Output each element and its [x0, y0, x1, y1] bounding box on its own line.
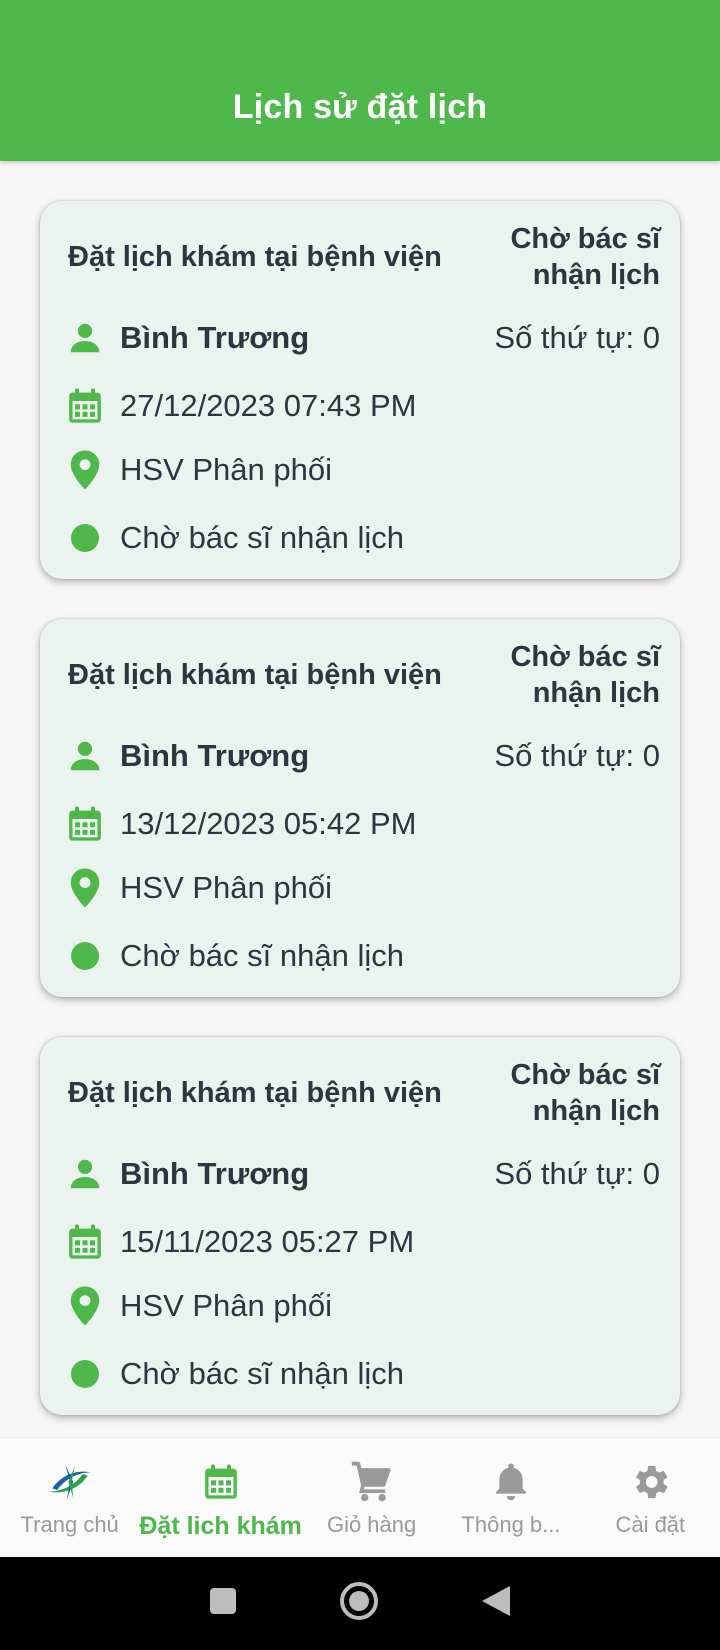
location-pin-icon [64, 867, 106, 909]
appointment-state: Chờ bác sĩ nhận lịch [120, 1356, 404, 1391]
place-row: HSV Phân phối [64, 1285, 660, 1327]
card-title: Đặt lịch khám tại bệnh viện [68, 241, 442, 273]
card-title: Đặt lịch khám tại bệnh viện [68, 1077, 442, 1109]
appointment-place: HSV Phân phối [120, 452, 332, 487]
patient-name: Bình Trương [120, 738, 310, 773]
appointment-datetime: 15/11/2023 05:27 PM [120, 1224, 415, 1259]
state-row: Chờ bác sĩ nhận lịch [64, 517, 660, 559]
system-navigation-bar [0, 1557, 720, 1650]
home-button[interactable] [338, 1580, 380, 1627]
state-row: Chờ bác sĩ nhận lịch [64, 935, 660, 977]
nav-item-booking[interactable]: Đặt lich khám [139, 1438, 302, 1557]
date-row: 15/11/2023 05:27 PM [64, 1221, 660, 1263]
bottom-navigation: Trang chủ Đặt lich khám Giỏ hàng Thông b… [0, 1437, 720, 1557]
appointment-datetime: 27/12/2023 07:43 PM [120, 388, 417, 423]
place-row: HSV Phân phối [64, 867, 660, 909]
cart-icon [348, 1458, 396, 1506]
nav-label: Giỏ hàng [326, 1512, 417, 1537]
queue-number: Số thứ tự: 0 [494, 1156, 660, 1191]
appointment-list[interactable]: Đặt lịch khám tại bệnh viện Chờ bác sĩ n… [0, 161, 720, 1437]
location-pin-icon [64, 449, 106, 491]
status-dot-icon [64, 517, 106, 559]
status-badge: Chờ bác sĩ nhận lịch [510, 641, 660, 709]
calendar-icon [197, 1458, 245, 1506]
state-row: Chờ bác sĩ nhận lịch [64, 1353, 660, 1395]
appointment-place: HSV Phân phối [120, 870, 332, 905]
status-badge: Chờ bác sĩ nhận lịch [510, 223, 660, 291]
patient-row: Bình Trương Số thứ tự: 0 [64, 317, 660, 359]
appointment-state: Chờ bác sĩ nhận lịch [120, 520, 404, 555]
page-title: Lịch sử đặt lịch [232, 88, 488, 126]
patient-name: Bình Trương [120, 1156, 310, 1191]
date-row: 13/12/2023 05:42 PM [64, 803, 660, 845]
place-row: HSV Phân phối [64, 449, 660, 491]
appointment-datetime: 13/12/2023 05:42 PM [120, 806, 417, 841]
appointment-card[interactable]: Đặt lịch khám tại bệnh viện Chờ bác sĩ n… [40, 619, 680, 997]
appointment-place: HSV Phân phối [120, 1288, 332, 1323]
patient-name: Bình Trương [120, 320, 310, 355]
calendar-icon [64, 1221, 106, 1263]
date-row: 27/12/2023 07:43 PM [64, 385, 660, 427]
person-icon [64, 317, 106, 359]
nav-item-cart[interactable]: Giỏ hàng [302, 1438, 441, 1557]
nav-label: Đặt lich khám [139, 1512, 302, 1540]
calendar-icon [64, 385, 106, 427]
appointment-card[interactable]: Đặt lịch khám tại bệnh viện Chờ bác sĩ n… [40, 1037, 680, 1415]
person-icon [64, 735, 106, 777]
queue-number: Số thứ tự: 0 [494, 320, 660, 355]
appointment-state: Chờ bác sĩ nhận lịch [120, 938, 404, 973]
calendar-icon [64, 803, 106, 845]
queue-number: Số thứ tự: 0 [494, 738, 660, 773]
nav-label: Trang chủ [20, 1512, 119, 1537]
recents-button[interactable] [208, 1586, 238, 1621]
nav-item-settings[interactable]: Cài đặt [581, 1438, 720, 1557]
status-dot-icon [64, 1353, 106, 1395]
nav-label: Thông b... [461, 1512, 561, 1537]
person-icon [64, 1153, 106, 1195]
nav-label: Cài đặt [615, 1512, 686, 1537]
nav-item-home[interactable]: Trang chủ [0, 1438, 139, 1557]
patient-row: Bình Trương Số thứ tự: 0 [64, 1153, 660, 1195]
app-header: Lịch sử đặt lịch [0, 0, 720, 161]
location-pin-icon [64, 1285, 106, 1327]
appointment-card[interactable]: Đặt lịch khám tại bệnh viện Chờ bác sĩ n… [40, 201, 680, 579]
card-title: Đặt lịch khám tại bệnh viện [68, 659, 442, 691]
status-dot-icon [64, 935, 106, 977]
gear-icon [626, 1458, 674, 1506]
app-logo-icon [46, 1458, 94, 1506]
patient-row: Bình Trương Số thứ tự: 0 [64, 735, 660, 777]
bell-icon [487, 1458, 535, 1506]
nav-item-notifications[interactable]: Thông b... [441, 1438, 580, 1557]
back-button[interactable] [480, 1584, 512, 1623]
status-badge: Chờ bác sĩ nhận lịch [510, 1059, 660, 1127]
